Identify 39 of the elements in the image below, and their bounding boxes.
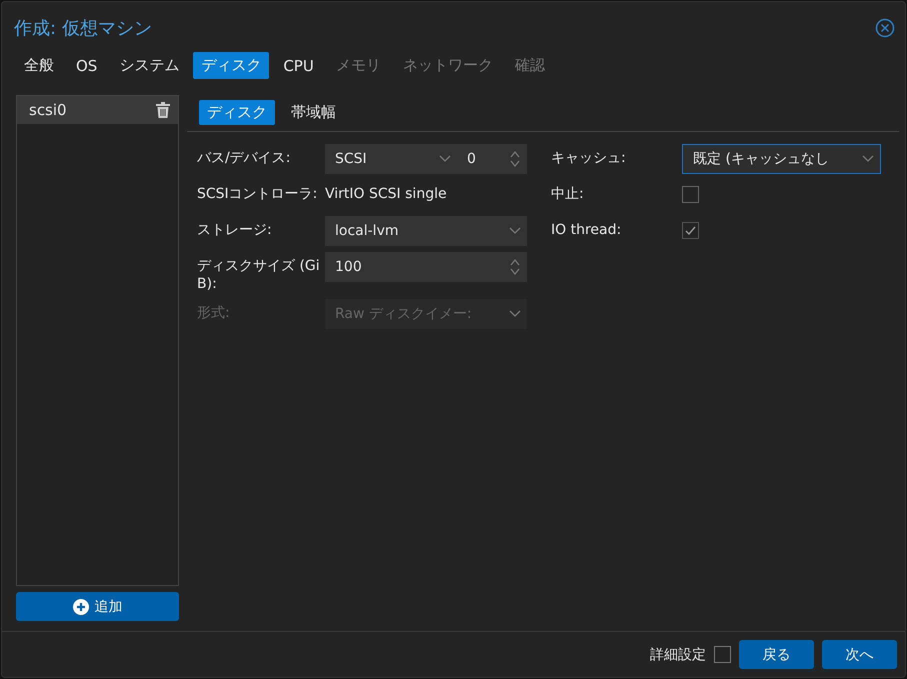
checkbox[interactable] <box>714 646 731 663</box>
field-label: ディスクサイズ (GiB): <box>197 257 321 293</box>
window-title: 作成: 仮想マシン <box>14 17 152 40</box>
field-label: ストレージ: <box>197 221 273 240</box>
field-label: SCSIコントローラ: <box>197 185 318 204</box>
close-icon[interactable] <box>875 18 895 38</box>
field-label: キャッシュ: <box>551 149 627 168</box>
field-value: VirtIO SCSI single <box>325 185 447 202</box>
plus-icon <box>72 598 88 614</box>
spinner-icon <box>509 257 521 277</box>
number-field[interactable]: 0 <box>457 144 527 174</box>
advanced-label: 詳細設定 <box>650 646 706 664</box>
tab[interactable]: ディスク <box>193 52 270 79</box>
caret-icon <box>509 227 521 235</box>
tab[interactable]: ディスク <box>199 100 275 125</box>
tab[interactable]: 全般 <box>16 52 62 79</box>
check-icon <box>684 224 697 237</box>
field-label: 中止: <box>551 185 585 204</box>
tab[interactable]: CPU <box>275 52 322 79</box>
field-label: バス/デバイス: <box>197 149 292 168</box>
dropdown[interactable]: SCSI <box>325 144 457 174</box>
checkbox[interactable] <box>682 186 699 203</box>
dropdown[interactable]: local-lvm <box>325 216 527 246</box>
tab[interactable]: 帯域幅 <box>283 100 344 125</box>
tab[interactable]: OS <box>68 52 106 79</box>
trash-icon <box>156 102 170 118</box>
caret-icon <box>862 155 874 163</box>
spinner-icon <box>509 149 521 169</box>
add-button[interactable]: 追加 <box>16 592 179 621</box>
caret-icon <box>439 155 451 163</box>
footer-button[interactable]: 次へ <box>822 640 897 669</box>
number-field[interactable]: 100 <box>325 252 527 282</box>
disk-item[interactable]: scsi0 <box>17 96 178 124</box>
tab[interactable]: システム <box>111 52 188 79</box>
dropdown[interactable]: 既定 (キャッシュなし <box>682 144 881 174</box>
footer-button[interactable]: 戻る <box>739 640 814 669</box>
field-label: 形式: <box>197 304 231 322</box>
field-label: IO thread: <box>551 221 622 240</box>
caret-icon <box>509 310 521 318</box>
